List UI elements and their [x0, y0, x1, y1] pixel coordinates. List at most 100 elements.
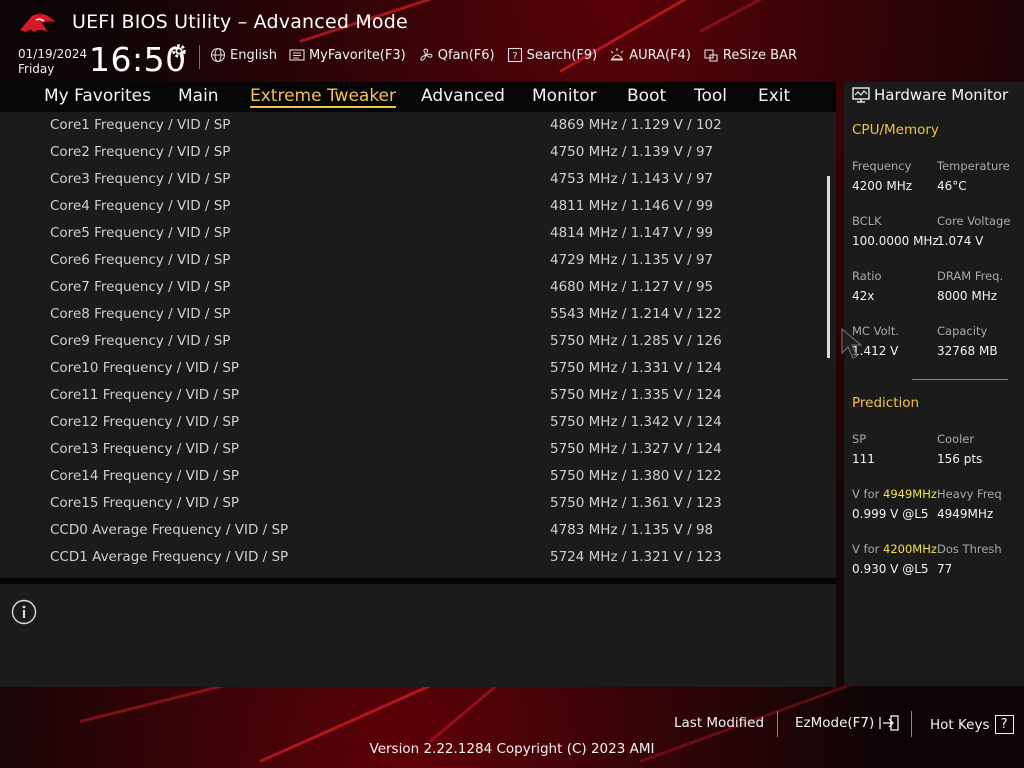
setting-row[interactable]: Core4 Frequency / VID / SP 4811 MHz / 1.1…	[0, 193, 826, 220]
hw-section-divider	[912, 379, 1008, 380]
qfan-label: Qfan(F6)	[437, 47, 495, 63]
cooler-label: Cooler	[937, 432, 975, 446]
setting-label: Core13 Frequency / VID / SP	[50, 441, 240, 457]
settings-list: Core1 Frequency / VID / SP 4869 MHz / 1.1…	[0, 112, 836, 578]
temperature-value: 46°C	[937, 179, 967, 193]
sp-label: SP	[852, 432, 867, 446]
setting-row[interactable]: Core12 Frequency / VID / SP 5750 MHz / 1.…	[0, 409, 826, 436]
resize-bar-button[interactable]: ReSize BAR	[703, 47, 797, 63]
setting-value: 5750 MHz / 1.331 V / 124	[550, 360, 722, 376]
setting-value: 4869 MHz / 1.129 V / 102	[550, 117, 722, 133]
myfavorite-label: MyFavorite(F3)	[308, 47, 406, 63]
setting-row[interactable]: Core2 Frequency / VID / SP 4750 MHz / 1.1…	[0, 139, 826, 166]
setting-value: 5750 MHz / 1.327 V / 124	[550, 441, 722, 457]
setting-label: Core6 Frequency / VID / SP	[50, 252, 231, 268]
header-toolbar: English MyFavorite(F3) Qfan(F6) ? Search…	[210, 47, 797, 63]
rog-logo-icon	[20, 14, 56, 32]
setting-value: 5750 MHz / 1.342 V / 124	[550, 414, 722, 430]
qfan-button[interactable]: Qfan(F6)	[418, 47, 495, 63]
tab-boot[interactable]: Boot	[627, 86, 666, 106]
footer-bar: Last Modified EzMode(F7) Hot Keys ? Vers…	[0, 686, 1024, 768]
setting-label: Core9 Frequency / VID / SP	[50, 333, 231, 349]
setting-label: Core1 Frequency / VID / SP	[50, 117, 231, 133]
setting-row[interactable]: Core3 Frequency / VID / SP 4753 MHz / 1.1…	[0, 166, 826, 193]
setting-row[interactable]: Core1 Frequency / VID / SP 4869 MHz / 1.1…	[0, 112, 826, 139]
setting-value: 4753 MHz / 1.143 V / 97	[550, 171, 714, 187]
setting-value: 4783 MHz / 1.135 V / 98	[550, 522, 714, 538]
date-text: 01/19/2024	[18, 47, 88, 61]
heavy-freq-value: 4949MHz	[937, 507, 994, 521]
last-modified-button[interactable]: Last Modified	[674, 715, 764, 731]
setting-row[interactable]: CCD0 Average Frequency / VID / SP 4783 MH…	[0, 517, 826, 544]
heavy-freq-label: Heavy Freq	[937, 487, 1002, 501]
setting-value: 4750 MHz / 1.139 V / 97	[550, 144, 714, 160]
setting-row[interactable]: Core5 Frequency / VID / SP 4814 MHz / 1.1…	[0, 220, 826, 247]
hot-keys-label: Hot Keys	[930, 716, 990, 733]
globe-icon	[210, 47, 226, 63]
bclk-label: BCLK	[852, 214, 882, 228]
frequency-value: 4200 MHz	[852, 179, 913, 193]
svg-text:?: ?	[512, 51, 517, 62]
tab-exit[interactable]: Exit	[758, 86, 790, 106]
ratio-value: 42x	[852, 289, 875, 303]
language-button[interactable]: English	[210, 47, 277, 63]
setting-row[interactable]: Core7 Frequency / VID / SP 4680 MHz / 1.1…	[0, 274, 826, 301]
fan-icon	[420, 48, 433, 61]
setting-row[interactable]: Core13 Frequency / VID / SP 5750 MHz / 1.…	[0, 436, 826, 463]
search-label: Search(F9)	[526, 47, 598, 63]
setting-value: 4729 MHz / 1.135 V / 97	[550, 252, 714, 268]
aura-button[interactable]: AURA(F4)	[609, 47, 691, 63]
setting-value: 4680 MHz / 1.127 V / 95	[550, 279, 714, 295]
core-voltage-value: 1.074 V	[937, 234, 984, 248]
setting-row[interactable]: Core8 Frequency / VID / SP 5543 MHz / 1.2…	[0, 301, 826, 328]
last-modified-label: Last Modified	[674, 715, 765, 731]
v-for-heavy-value: 0.999 V @L5	[852, 507, 929, 521]
dos-thresh-label: Dos Thresh	[937, 542, 1002, 556]
footer-divider	[777, 711, 778, 737]
gear-icon[interactable]	[170, 42, 188, 60]
header-bar: UEFI BIOS Utility – Advanced Mode 01/19/…	[0, 0, 1024, 82]
bclk-value: 100.0000 MHz	[852, 234, 939, 248]
setting-row[interactable]: Core14 Frequency / VID / SP 5750 MHz / 1.…	[0, 463, 826, 490]
tab-extreme-tweaker[interactable]: Extreme Tweaker	[250, 86, 397, 108]
tab-main[interactable]: Main	[178, 86, 219, 106]
setting-row[interactable]: Core10 Frequency / VID / SP 5750 MHz / 1.…	[0, 355, 826, 382]
day-text: Friday	[18, 62, 55, 76]
list-scrollbar[interactable]	[827, 176, 830, 358]
setting-value: 4811 MHz / 1.146 V / 99	[550, 198, 714, 214]
hardware-monitor-label: Hardware Monitor	[874, 86, 1009, 104]
tab-tool[interactable]: Tool	[694, 86, 727, 106]
search-button[interactable]: ? Search(F9)	[507, 47, 598, 63]
v-for-heavy-freq: 4949MHz	[883, 487, 937, 501]
myfavorite-button[interactable]: MyFavorite(F3)	[289, 47, 406, 63]
ezmode-button[interactable]: EzMode(F7)	[795, 715, 899, 731]
setting-label: Core7 Frequency / VID / SP	[50, 279, 231, 295]
setting-row[interactable]: CCD1 Average Frequency / VID / SP 5724 MH…	[0, 544, 826, 571]
help-panel	[0, 584, 836, 687]
dram-freq-value: 8000 MHz	[937, 289, 998, 303]
capacity-value: 32768 MB	[937, 344, 998, 358]
switch-mode-icon	[879, 715, 899, 731]
tab-monitor[interactable]: Monitor	[532, 86, 597, 106]
setting-value: 5724 MHz / 1.321 V / 123	[550, 549, 722, 565]
hardware-monitor-title: Hardware Monitor	[852, 86, 1008, 104]
frequency-label: Frequency	[852, 159, 912, 173]
setting-row[interactable]: Core15 Frequency / VID / SP 5750 MHz / 1.…	[0, 490, 826, 517]
setting-value: 5750 MHz / 1.285 V / 126	[550, 333, 722, 349]
date-display: 01/19/2024 Friday	[18, 47, 87, 77]
aura-label: AURA(F4)	[629, 47, 691, 63]
tab-my-favorites[interactable]: My Favorites	[44, 86, 151, 106]
tab-advanced[interactable]: Advanced	[421, 86, 505, 106]
info-icon	[11, 599, 37, 625]
capacity-label: Capacity	[937, 324, 988, 338]
setting-row[interactable]: Core11 Frequency / VID / SP 5750 MHz / 1.…	[0, 382, 826, 409]
prediction-heading: Prediction	[852, 395, 920, 411]
hot-keys-button[interactable]: Hot Keys ?	[930, 715, 1014, 734]
ezmode-label: EzMode(F7)	[795, 715, 875, 731]
v-for-dos-value: 0.930 V @L5	[852, 562, 929, 576]
setting-value: 5750 MHz / 1.380 V / 122	[550, 468, 722, 484]
setting-row[interactable]: Core6 Frequency / VID / SP 4729 MHz / 1.1…	[0, 247, 826, 274]
setting-label: Core15 Frequency / VID / SP	[50, 495, 240, 511]
setting-row[interactable]: Core9 Frequency / VID / SP 5750 MHz / 1.2…	[0, 328, 826, 355]
search-help-icon: ?	[507, 47, 522, 63]
